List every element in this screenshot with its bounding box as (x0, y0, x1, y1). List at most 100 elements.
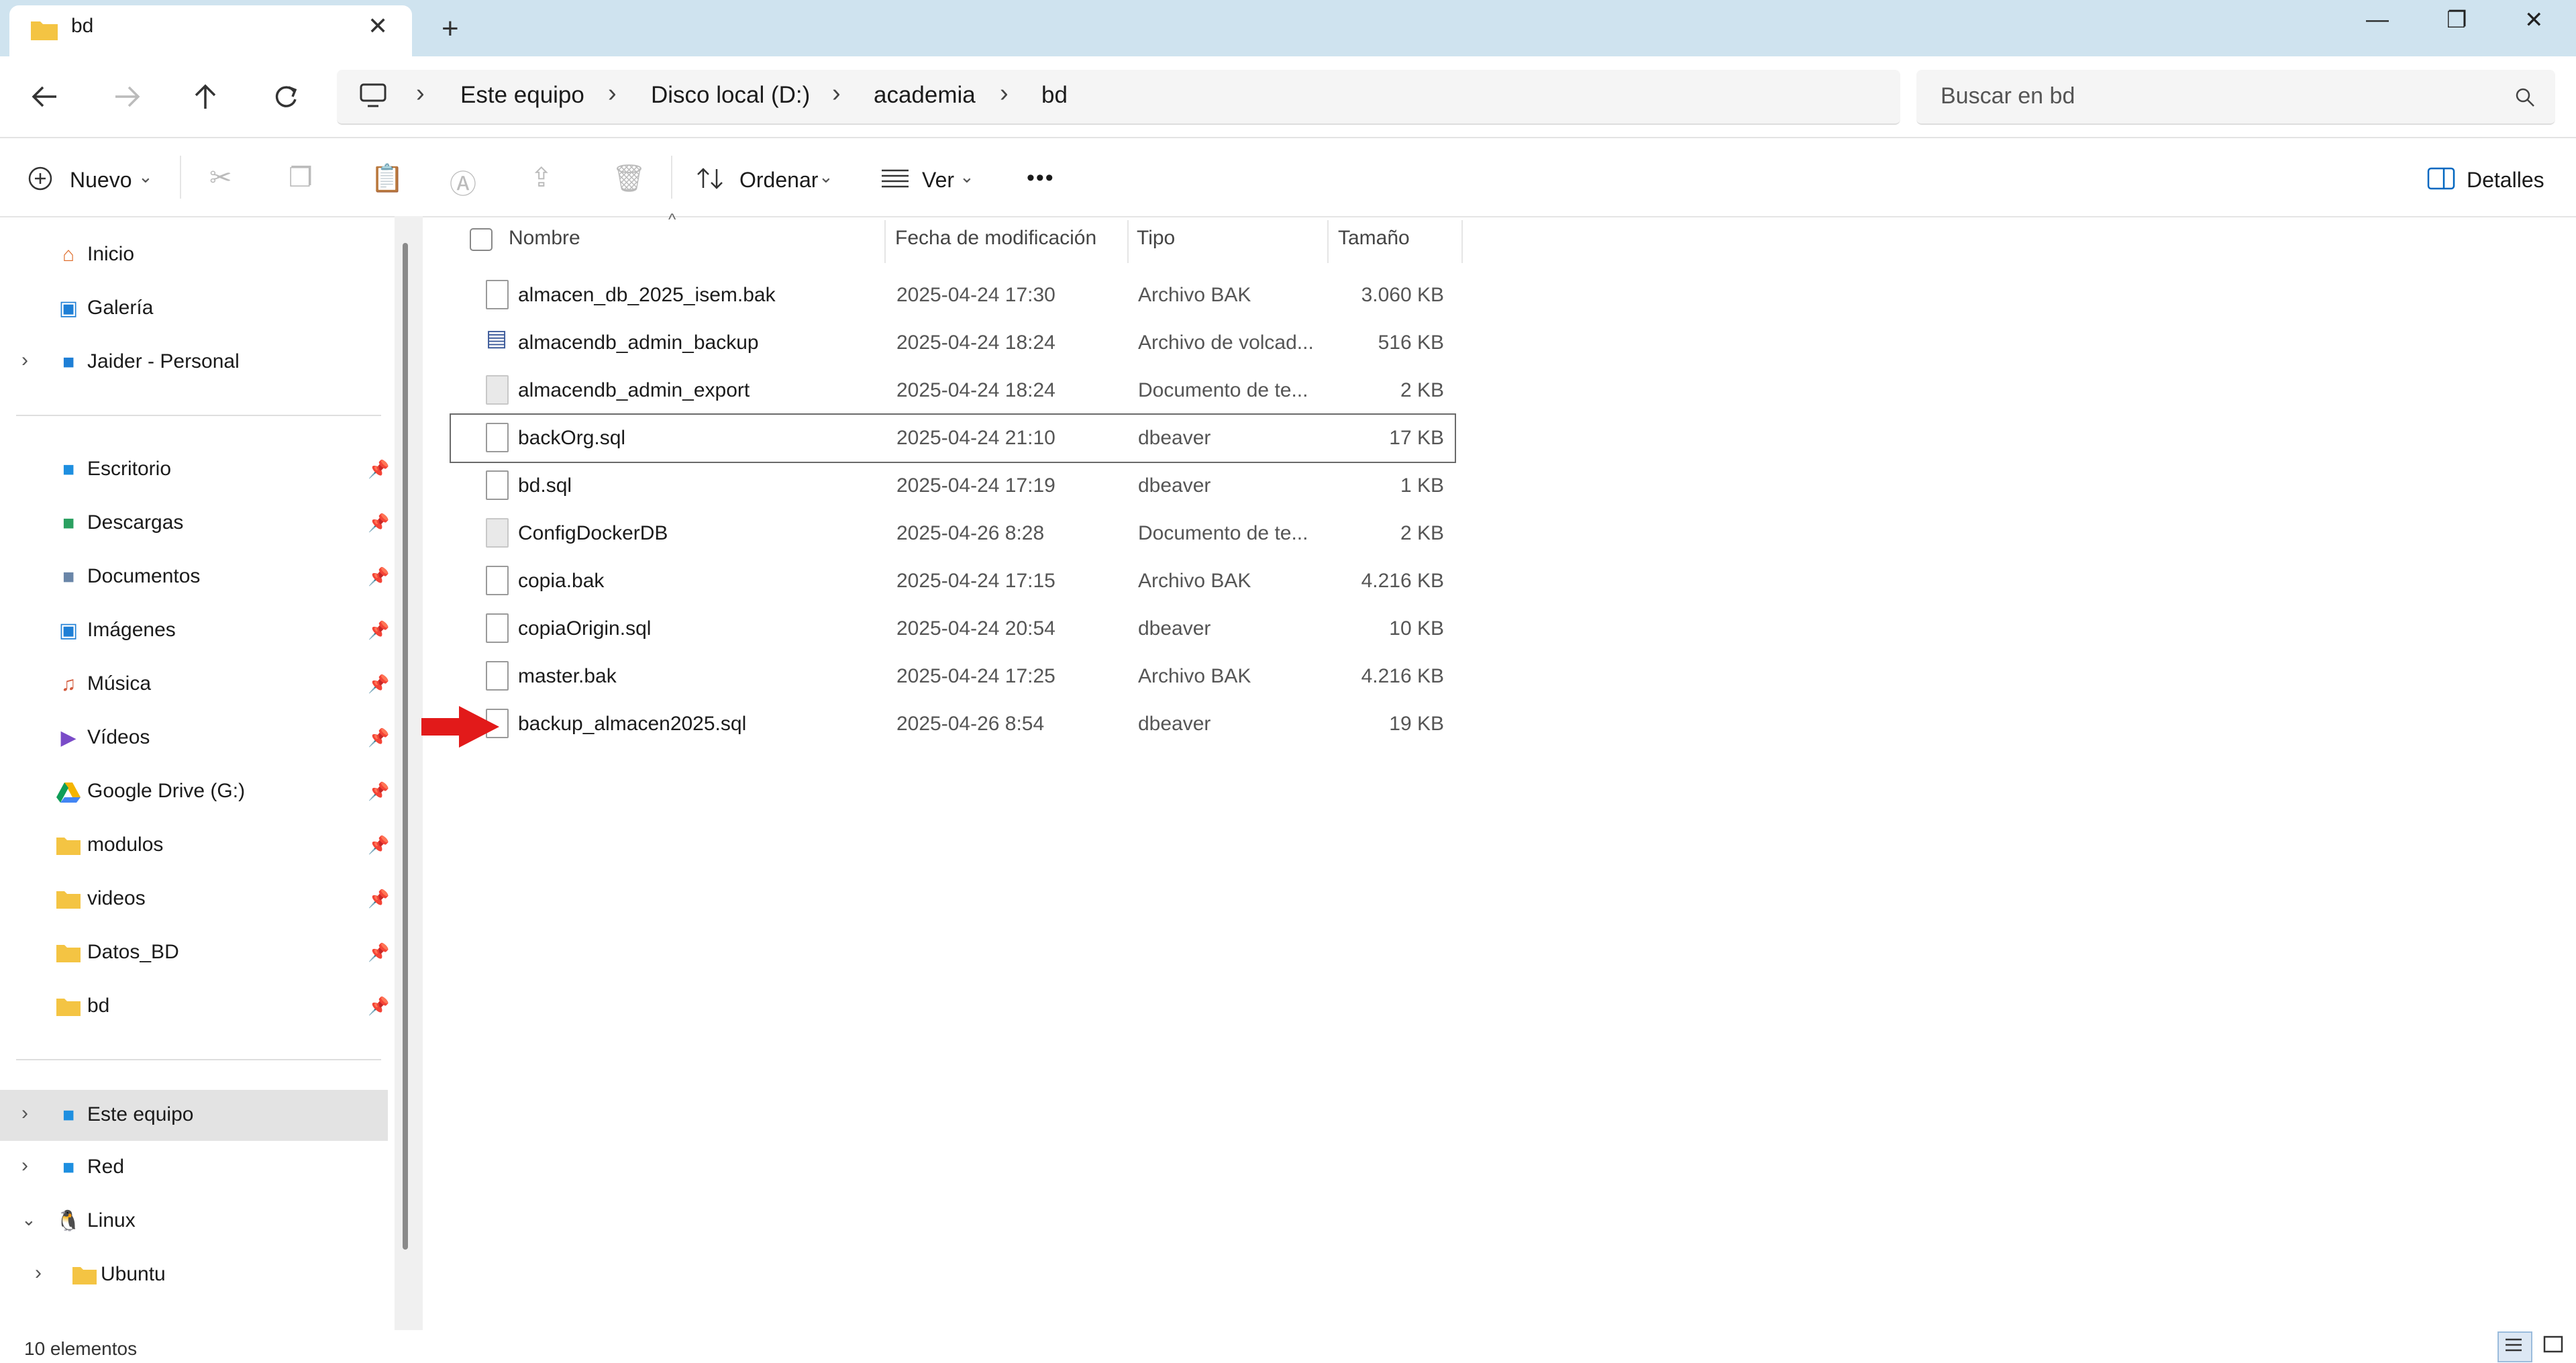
new-button[interactable]: Nuevo (70, 168, 132, 193)
close-window-button[interactable]: ✕ (2524, 7, 2544, 34)
file-size: 19 KB (1389, 713, 1444, 735)
file-name: almacendb_admin_export (518, 379, 750, 401)
pin-icon[interactable]: 📌 (368, 674, 389, 695)
pin-icon[interactable]: 📌 (368, 781, 389, 802)
pin-icon[interactable]: 📌 (368, 835, 389, 856)
pin-icon[interactable]: 📌 (368, 513, 389, 534)
details-button[interactable]: Detalles (2467, 168, 2544, 193)
sidebar-item-imagenes[interactable]: ▣ Imágenes 📌 (5, 608, 390, 655)
breadcrumb-este-equipo[interactable]: Este equipo (460, 82, 584, 109)
sidebar-item-modulos[interactable]: modulos 📌 (5, 823, 389, 870)
chevron-right-icon[interactable]: › (21, 1154, 28, 1177)
pin-icon[interactable]: 📌 (368, 996, 389, 1017)
forward-arrow-icon[interactable] (111, 83, 142, 110)
pin-icon[interactable]: 📌 (368, 459, 389, 480)
pin-icon[interactable]: 📌 (368, 889, 389, 909)
tab-close-icon[interactable]: ✕ (368, 12, 388, 40)
details-pane-icon (2427, 167, 2455, 190)
tiles-view-toggle[interactable] (2539, 1331, 2569, 1360)
details-view-toggle[interactable] (2497, 1331, 2532, 1362)
sidebar-item-bd[interactable]: bd 📌 (5, 984, 389, 1031)
cut-icon[interactable]: ✂ (209, 162, 232, 193)
rename-icon[interactable]: Ⓐ (450, 162, 476, 201)
file-date: 2025-04-26 8:28 (896, 522, 1045, 544)
chevron-right-icon[interactable]: › (21, 349, 28, 372)
sidebar-item-este-equipo[interactable]: › ■ Este equipo (0, 1090, 388, 1141)
chevron-down-icon: ⌄ (960, 166, 974, 187)
file-date: 2025-04-24 17:15 (896, 570, 1055, 592)
file-icon (486, 280, 509, 309)
file-row[interactable]: ▤ almacendb_admin_backup 2025-04-24 18:2… (451, 319, 1455, 366)
column-header-type[interactable]: Tipo (1137, 227, 1175, 250)
file-row[interactable]: almacendb_admin_export 2025-04-24 18:24 … (451, 367, 1455, 414)
share-icon[interactable]: ⇪ (530, 162, 553, 193)
text-document-icon (486, 375, 509, 405)
minimize-button[interactable]: — (2366, 7, 2389, 33)
sidebar-item-label: Jaider - Personal (87, 350, 240, 372)
sidebar-item-label: Imágenes (87, 619, 176, 641)
sidebar-scrollbar[interactable] (403, 243, 408, 1250)
file-row[interactable]: master.bak 2025-04-24 17:25 Archivo BAK … (451, 653, 1455, 700)
breadcrumb-bd[interactable]: bd (1041, 82, 1068, 109)
sidebar-item-google-drive[interactable]: Google Drive (G:) 📌 (5, 769, 389, 816)
more-options-button[interactable]: ••• (1027, 165, 1055, 191)
file-row[interactable]: backup_almacen2025.sql 2025-04-26 8:54 d… (451, 701, 1455, 748)
column-header-date[interactable]: Fecha de modificación (895, 227, 1096, 250)
file-row[interactable]: almacen_db_2025_isem.bak 2025-04-24 17:3… (451, 272, 1455, 319)
pin-icon[interactable]: 📌 (368, 566, 389, 587)
back-arrow-icon[interactable] (30, 83, 60, 110)
tab-bd[interactable] (9, 5, 412, 62)
pin-icon[interactable]: 📌 (368, 620, 389, 641)
sidebar-scroll-track[interactable] (395, 216, 423, 1330)
sidebar-item-escritorio[interactable]: ■ Escritorio 📌 (5, 447, 389, 494)
new-tab-button[interactable]: + (442, 12, 459, 46)
column-separator[interactable] (1461, 220, 1463, 263)
file-row[interactable]: bd.sql 2025-04-24 17:19 dbeaver 1 KB (451, 462, 1455, 509)
sidebar-item-videos[interactable]: ▶ Vídeos 📌 (5, 715, 389, 762)
sidebar-item-videos-folder[interactable]: videos 📌 (5, 876, 389, 923)
paste-icon[interactable]: 📋 (370, 162, 404, 194)
column-separator[interactable] (884, 220, 886, 263)
file-row[interactable]: ConfigDockerDB 2025-04-26 8:28 Documento… (451, 510, 1455, 557)
chevron-down-icon[interactable]: ⌄ (21, 1209, 36, 1230)
up-arrow-icon[interactable] (192, 82, 219, 111)
view-button[interactable]: Ver (922, 168, 954, 193)
breadcrumb-disco-local[interactable]: Disco local (D:) (651, 82, 810, 109)
file-row[interactable]: copiaOrigin.sql 2025-04-24 20:54 dbeaver… (451, 605, 1455, 652)
column-header-name[interactable]: Nombre (509, 227, 580, 250)
sidebar-item-documentos[interactable]: ■ Documentos 📌 (5, 554, 389, 601)
chevron-down-icon: ⌄ (819, 166, 833, 187)
sidebar-item-jaider-personal[interactable]: › ■ Jaider - Personal (5, 340, 381, 387)
column-separator[interactable] (1127, 220, 1129, 263)
sidebar-item-linux[interactable]: ⌄ 🐧 Linux (5, 1199, 381, 1246)
refresh-icon[interactable] (272, 83, 299, 110)
search-input[interactable]: Buscar en bd (1941, 83, 2075, 109)
pin-icon[interactable]: 📌 (368, 727, 389, 748)
sidebar-item-descargas[interactable]: ■ Descargas 📌 (5, 501, 389, 548)
sidebar-item-ubuntu[interactable]: › Ubuntu (5, 1252, 381, 1299)
sidebar-item-datos-bd[interactable]: Datos_BD 📌 (5, 930, 389, 977)
file-date: 2025-04-24 17:25 (896, 665, 1055, 687)
column-separator[interactable] (1327, 220, 1329, 263)
sort-button[interactable]: Ordenar (739, 168, 818, 193)
sidebar-item-red[interactable]: › ■ Red (5, 1145, 381, 1192)
folder-icon (56, 891, 81, 909)
delete-icon[interactable]: 🗑 (612, 162, 646, 194)
sidebar-item-label: Inicio (87, 243, 135, 265)
sidebar-item-galeria[interactable]: ▣ Galería (5, 286, 381, 333)
chevron-right-icon[interactable]: › (21, 1102, 28, 1125)
column-header-size[interactable]: Tamaño (1338, 227, 1410, 250)
sidebar-item-inicio[interactable]: ⌂ Inicio (5, 232, 381, 279)
sidebar-item-musica[interactable]: ♫ Música 📌 (5, 662, 390, 709)
breadcrumb-academia[interactable]: academia (874, 82, 976, 109)
maximize-button[interactable]: ❐ (2446, 7, 2467, 34)
chevron-right-icon[interactable]: › (35, 1262, 42, 1284)
pin-icon[interactable]: 📌 (368, 942, 389, 963)
file-row-selected[interactable]: backOrg.sql 2025-04-24 21:10 dbeaver 17 … (450, 413, 1456, 463)
search-icon[interactable] (2514, 86, 2536, 109)
copy-icon[interactable]: ❐ (289, 162, 313, 193)
select-all-checkbox[interactable] (470, 228, 493, 251)
file-type: Archivo BAK (1138, 570, 1251, 592)
network-icon: ■ (62, 1156, 75, 1178)
file-row[interactable]: copia.bak 2025-04-24 17:15 Archivo BAK 4… (451, 558, 1455, 605)
